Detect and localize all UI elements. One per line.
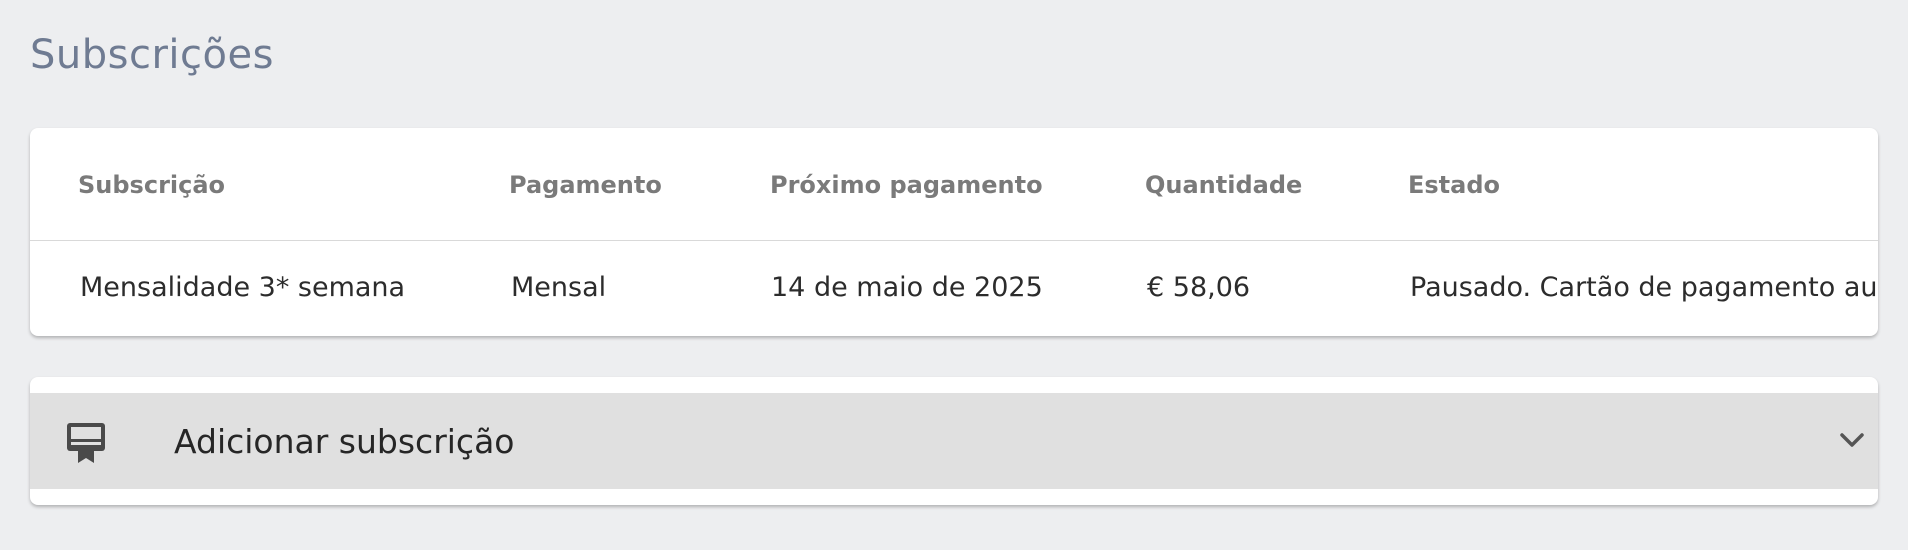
cell-next-payment: 14 de maio de 2025 — [771, 272, 1043, 303]
table-row[interactable]: Mensalidade 3* semana Mensal 14 de maio … — [30, 241, 1878, 336]
subscriptions-table: Subscrição Pagamento Próximo pagamento Q… — [30, 128, 1878, 336]
column-header-status: Estado — [1408, 171, 1501, 199]
cell-payment: Mensal — [511, 272, 607, 303]
column-header-subscription: Subscrição — [78, 171, 226, 199]
column-header-payment: Pagamento — [509, 171, 662, 199]
cell-amount: € 58,06 — [1147, 272, 1251, 303]
chevron-down-icon[interactable] — [1838, 429, 1866, 451]
add-subscription-button[interactable]: Adicionar subscrição — [30, 393, 1878, 489]
add-subscription-label: Adicionar subscrição — [174, 422, 515, 461]
add-subscription-panel: Adicionar subscrição — [30, 377, 1878, 505]
column-header-amount: Quantidade — [1145, 171, 1303, 199]
column-header-next-payment: Próximo pagamento — [770, 171, 1043, 199]
subscriptions-page: Subscrições Subscrição Pagamento Próximo… — [0, 0, 1908, 550]
table-header-row: Subscrição Pagamento Próximo pagamento Q… — [30, 128, 1878, 241]
cell-subscription: Mensalidade 3* semana — [80, 272, 406, 303]
cell-status: Pausado. Cartão de pagamento aus — [1410, 272, 1878, 303]
card-membership-icon — [65, 421, 107, 463]
page-title: Subscrições — [30, 32, 274, 78]
